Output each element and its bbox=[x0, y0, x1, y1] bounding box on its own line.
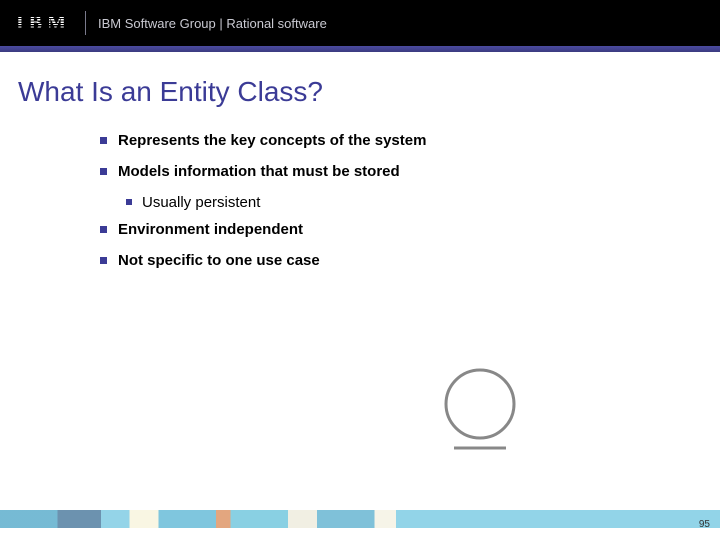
bullet-sub-item: Usually persistent bbox=[126, 194, 680, 211]
footer-area: 95 bbox=[0, 510, 720, 540]
slide-title: What Is an Entity Class? bbox=[18, 76, 323, 108]
entity-class-icon bbox=[440, 366, 520, 462]
header-divider bbox=[85, 11, 86, 35]
bullet-item: Environment independent bbox=[100, 221, 680, 238]
ibm-logo: IBM bbox=[16, 12, 71, 35]
footer-decorative-bar bbox=[0, 510, 720, 528]
bullet-item: Models information that must be stored bbox=[100, 163, 680, 180]
header-subtitle: IBM Software Group | Rational software bbox=[98, 16, 327, 31]
header-underline bbox=[0, 46, 720, 52]
bullet-item: Represents the key concepts of the syste… bbox=[100, 132, 680, 149]
bullet-item: Not specific to one use case bbox=[100, 252, 680, 269]
slide-number: 95 bbox=[699, 519, 710, 530]
header-bar: IBM IBM Software Group | Rational softwa… bbox=[0, 0, 720, 46]
ibm-logo-text: IBM bbox=[16, 12, 71, 35]
content-area: Represents the key concepts of the syste… bbox=[100, 132, 680, 283]
